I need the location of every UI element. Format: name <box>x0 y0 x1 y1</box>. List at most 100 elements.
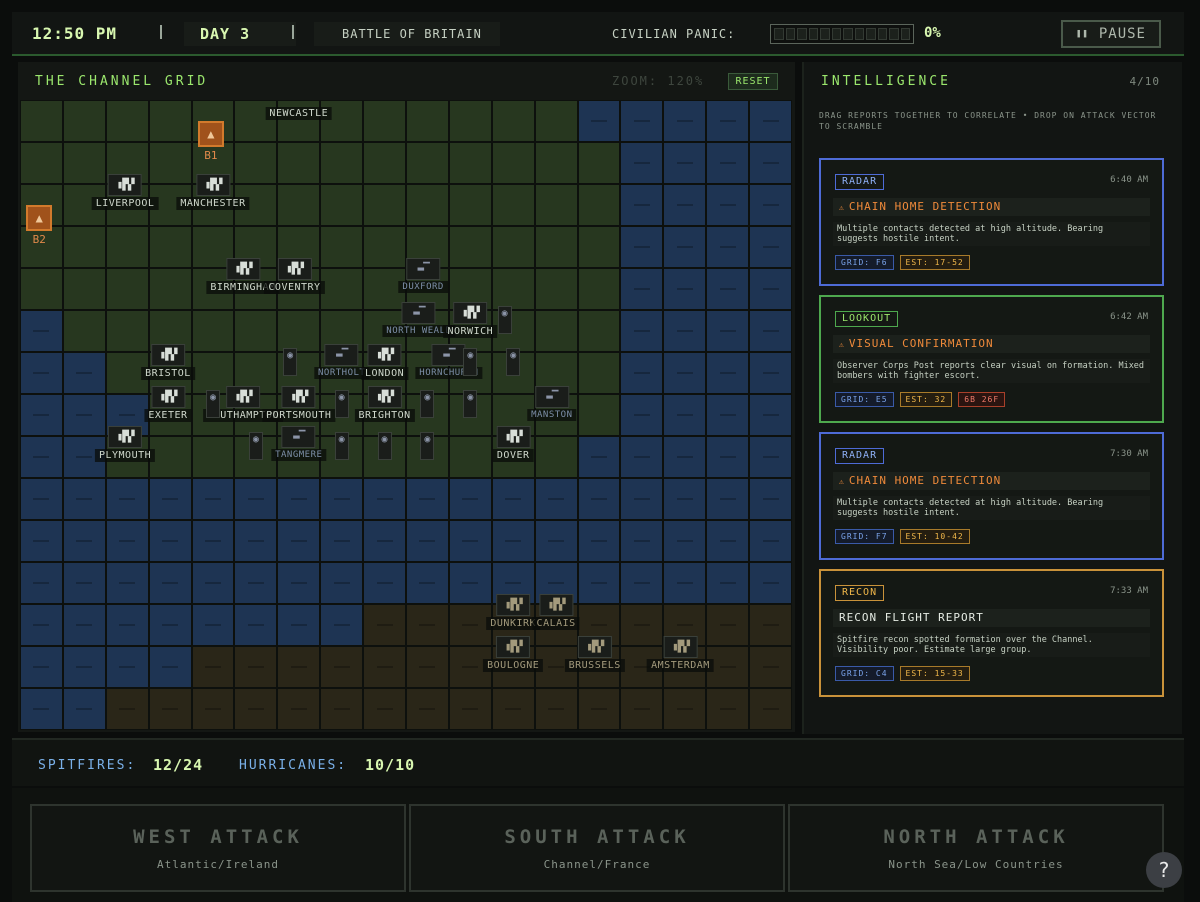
city-marker[interactable]: ▮▛▞ DOVER <box>492 425 534 462</box>
city-marker[interactable]: ▮▛▞ MANCHESTER <box>176 173 250 210</box>
pause-button[interactable]: ❚❚ PAUSE <box>1061 20 1161 48</box>
city-marker[interactable]: ▮▛▞ PORTSMOUTH <box>262 385 336 422</box>
observer-post-icon[interactable]: ◉ <box>420 389 435 418</box>
north-attack-dropzone[interactable]: NORTH ATTACK North Sea/Low Countries <box>788 804 1164 892</box>
panic-segment <box>843 28 853 40</box>
observer-post-icon[interactable]: ◉ <box>420 431 435 460</box>
city-marker[interactable]: ▬▔ DUXFORD <box>398 257 448 293</box>
observer-post-icon[interactable]: ◉ <box>497 305 512 334</box>
civilian-panic-value: 0% <box>924 25 941 41</box>
help-button[interactable]: ? <box>1146 852 1182 888</box>
city-name: BRISTOL <box>141 366 195 380</box>
warning-icon: ⚠ <box>839 203 845 212</box>
city-marker[interactable]: ▮▛▞ LIVERPOOL <box>91 173 159 210</box>
separator <box>292 25 294 39</box>
airbase-marker[interactable]: ▲ B1 <box>197 121 224 162</box>
factory-icon: ▮▛▞ <box>539 593 574 616</box>
factory-icon: ▬▔ <box>431 343 466 366</box>
panic-segment <box>797 28 807 40</box>
separator <box>160 25 162 39</box>
report-type-badge: LOOKOUT <box>835 311 899 327</box>
city-marker[interactable]: ▮▛▞ LONDON <box>360 343 409 380</box>
city-name: TANGMERE <box>271 448 327 461</box>
factory-icon: ▮▛▞ <box>281 385 316 408</box>
estimate-chip: EST: 32 <box>899 392 953 407</box>
city-name: EXETER <box>144 408 192 422</box>
observer-post-icon[interactable]: ◉ <box>334 389 349 418</box>
zoom-level: ZOOM: 120% <box>612 74 705 88</box>
city-marker[interactable]: ▮▛▞ NORWICH <box>443 301 498 338</box>
vector-subtitle: Channel/France <box>543 858 651 871</box>
factory-icon: ▮▛▞ <box>496 425 531 448</box>
west-attack-dropzone[interactable]: WEST ATTACK Atlantic/Ireland <box>30 804 406 892</box>
city-marker[interactable]: ▮▛▞ BRIGHTON <box>354 385 415 422</box>
report-tags: GRID: C4 EST: 15-33 <box>835 666 970 681</box>
top-status-bar: 12:50 PM DAY 3 BATTLE OF BRITAIN CIVILIA… <box>12 12 1184 56</box>
city-marker[interactable]: NEWCASTLE <box>265 106 333 121</box>
report-headline: ⚠ CHAIN HOME DETECTION <box>833 472 1150 490</box>
factory-icon: ▬▔ <box>324 343 359 366</box>
city-name: MANCHESTER <box>176 196 250 210</box>
hurricanes-count: 10/10 <box>365 756 416 774</box>
observer-post-icon[interactable]: ◉ <box>377 431 392 460</box>
factory-icon: ▮▛▞ <box>226 257 261 280</box>
observer-post-icon[interactable]: ◉ <box>463 347 478 376</box>
spitfires-label: SPITFIRES: <box>38 758 137 773</box>
city-marker[interactable]: ▮▛▞ CALAIS <box>532 593 580 630</box>
south-attack-dropzone[interactable]: SOUTH ATTACK Channel/France <box>409 804 785 892</box>
factory-icon: ▬▔ <box>534 385 569 408</box>
city-marker[interactable]: ▮▛▞ EXETER <box>144 385 192 422</box>
observer-post-icon[interactable]: ◉ <box>506 347 521 376</box>
city-name: LONDON <box>360 366 409 380</box>
factory-icon: ▮▛▞ <box>663 635 698 658</box>
report-headline: RECON FLIGHT REPORT <box>833 609 1150 627</box>
report-body: Multiple contacts detected at high altit… <box>833 222 1150 246</box>
airbase-marker[interactable]: ▲ B2 <box>26 205 53 246</box>
map-markers: NEWCASTLE ▮▛▞ LIVERPOOL ▮▛▞ MANCHESTER ▮▛▞ BIR… <box>20 100 792 730</box>
observer-post-icon[interactable]: ◉ <box>463 389 478 418</box>
observer-post-icon[interactable]: ◉ <box>206 389 220 418</box>
intel-report-card[interactable]: RADAR 6:40 AM ⚠ CHAIN HOME DETECTION Multipl… <box>819 158 1164 286</box>
observer-post-icon[interactable]: ◉ <box>334 431 349 460</box>
grid-reference-chip: GRID: F7 <box>835 529 894 544</box>
city-marker[interactable]: ▬▔ TANGMERE <box>271 425 327 461</box>
city-marker[interactable]: ▮▛▞ BOULOGNE <box>483 635 544 672</box>
panic-segment <box>866 28 876 40</box>
observer-post-icon[interactable]: ◉ <box>283 347 298 376</box>
factory-icon: ▮▛▞ <box>226 385 261 408</box>
day-counter: DAY 3 <box>184 22 296 46</box>
report-time: 7:30 AM <box>1110 449 1148 459</box>
grid-reference-chip: GRID: F6 <box>835 255 894 270</box>
factory-icon: ▮▛▞ <box>496 593 531 616</box>
intel-instructions: DRAG REPORTS TOGETHER TO CORRELATE • DRO… <box>819 111 1157 131</box>
factory-icon: ▮▛▞ <box>108 425 143 448</box>
report-time: 7:33 AM <box>1110 586 1148 596</box>
panic-segment <box>877 28 887 40</box>
report-body: Multiple contacts detected at high altit… <box>833 496 1150 520</box>
city-marker[interactable]: ▮▛▞ PLYMOUTH <box>94 425 156 462</box>
observer-post-icon[interactable]: ◉ <box>248 431 263 460</box>
fleet-status-bar: SPITFIRES: 12/24 HURRICANES: 10/10 <box>12 738 1184 786</box>
intel-report-card[interactable]: RADAR 7:30 AM ⚠ CHAIN HOME DETECTION Multipl… <box>819 432 1164 560</box>
city-marker[interactable]: ▮▛▞ BRISTOL <box>141 343 195 380</box>
estimate-chip: EST: 15-33 <box>899 666 970 681</box>
intel-report-card[interactable]: RECON 7:33 AM RECON FLIGHT REPORT Spitfire … <box>819 569 1164 697</box>
report-body: Observer Corps Post reports clear visual… <box>833 359 1150 383</box>
report-headline-text: RECON FLIGHT REPORT <box>839 611 984 624</box>
city-marker[interactable]: ▮▛▞ COVENTRY <box>264 257 325 294</box>
panic-segment <box>785 28 795 40</box>
factory-icon: ▮▛▞ <box>196 173 230 196</box>
factory-icon: ▮▛▞ <box>367 343 402 366</box>
pause-icon: ❚❚ <box>1076 29 1089 39</box>
intel-report-card[interactable]: LOOKOUT 6:42 AM ⚠ VISUAL CONFIRMATION Observ… <box>819 295 1164 423</box>
city-name: DOVER <box>492 448 534 462</box>
factory-icon: ▮▛▞ <box>577 635 612 658</box>
city-marker[interactable]: ▮▛▞ BRUSSELS <box>564 635 625 672</box>
reset-zoom-button[interactable]: RESET <box>728 73 778 90</box>
city-name: LIVERPOOL <box>91 196 159 210</box>
factory-icon: ▮▛▞ <box>496 635 531 658</box>
map-title: THE CHANNEL GRID <box>35 74 209 89</box>
city-marker[interactable]: ▮▛▞ AMSTERDAM <box>647 635 714 672</box>
channel-grid-panel: THE CHANNEL GRID ZOOM: 120% RESET NEWCAS… <box>18 62 795 732</box>
city-marker[interactable]: ▬▔ MANSTON <box>527 385 577 421</box>
